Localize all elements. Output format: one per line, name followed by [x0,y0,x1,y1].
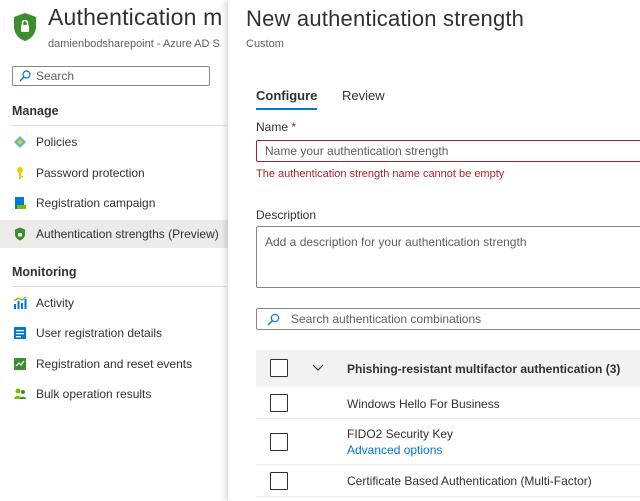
row-checkbox[interactable] [270,472,288,490]
sidebar-item-label: User registration details [36,326,163,340]
shield-icon [14,13,36,41]
name-label-text: Name [256,120,289,134]
sidebar-item-bulk-operation-results[interactable]: Bulk operation results [0,380,232,408]
table-row: Certificate Based Authentication (Multi-… [256,464,640,497]
search-input[interactable]: Search [12,66,210,86]
people-icon [12,386,28,402]
sidebar-item-policies[interactable]: Policies [0,128,232,156]
shield-icon [12,226,28,242]
sidebar-item-user-registration-details[interactable]: User registration details [0,319,232,347]
section-manage: Manage [12,104,59,118]
table-row: FIDO2 Security Key Advanced options [256,418,640,465]
sidebar-item-activity[interactable]: Activity [0,289,232,317]
tab-configure[interactable]: Configure [256,88,317,103]
sidebar-item-authentication-strengths[interactable]: Authentication strengths (Preview) [0,220,232,248]
page-subtitle: damienbodsharepoint - Azure AD S [48,38,220,50]
description-label: Description [256,208,317,222]
policies-icon [12,134,28,150]
sidebar-item-registration-reset-events[interactable]: Registration and reset events [0,350,232,378]
row-label: FIDO2 Security Key [347,427,454,441]
group-row-phishing-resistant: Phishing-resistant multifactor authentic… [256,350,640,387]
group-checkbox[interactable] [270,359,288,377]
sidebar-item-label: Registration and reset events [36,357,193,371]
sidebar-item-label: Policies [36,135,78,149]
events-icon [12,356,28,372]
name-error-message: The authentication strength name cannot … [256,168,505,180]
row-label: Certificate Based Authentication (Multi-… [347,474,592,488]
panel-subtitle: Custom [246,38,284,50]
sidebar-item-label: Bulk operation results [36,387,152,401]
group-label: Phishing-resistant multifactor authentic… [347,362,621,376]
required-marker: * [291,120,297,134]
row-checkbox[interactable] [270,433,288,451]
chevron-down-icon[interactable] [312,361,324,373]
search-combinations-placeholder: Search authentication combinations [291,312,482,326]
user-details-icon [12,325,28,341]
description-placeholder: Add a description for your authenticatio… [265,235,527,249]
name-label: Name * [256,120,296,134]
sidebar-item-label: Password protection [36,166,145,180]
left-header: Authentication m damienbodsharepoint - A… [0,0,232,60]
new-authentication-strength-panel: New authentication strength Custom Confi… [228,0,640,501]
search-icon [19,70,31,82]
row-label: Windows Hello For Business [347,397,500,411]
divider [12,286,226,287]
sidebar-item-label: Authentication strengths (Preview) [36,227,219,241]
sidebar-item-password-protection[interactable]: Password protection [0,159,232,187]
sidebar-item-registration-campaign[interactable]: Registration campaign [0,189,232,217]
name-placeholder: Name your authentication strength [265,144,449,158]
advanced-options-link[interactable]: Advanced options [347,443,442,457]
search-icon [267,313,280,326]
registration-icon [12,195,28,211]
name-field[interactable]: Name your authentication strength [256,140,640,162]
table-row: Windows Hello For Business [256,387,640,419]
row-checkbox[interactable] [270,394,288,412]
sidebar-item-label: Activity [36,296,75,310]
description-field[interactable]: Add a description for your authenticatio… [256,226,640,288]
key-icon [12,165,28,181]
page-title: Authentication m [48,4,223,30]
left-blade: Authentication m damienbodsharepoint - A… [0,0,232,501]
search-placeholder: Search [36,69,75,83]
panel-title: New authentication strength [246,6,525,31]
section-monitoring: Monitoring [12,265,77,279]
tab-review[interactable]: Review [342,88,385,103]
search-combinations-input[interactable]: Search authentication combinations [256,308,640,330]
divider [12,125,226,126]
sidebar-item-label: Registration campaign [36,196,156,210]
active-tab-indicator [256,108,317,110]
activity-chart-icon [12,295,28,311]
